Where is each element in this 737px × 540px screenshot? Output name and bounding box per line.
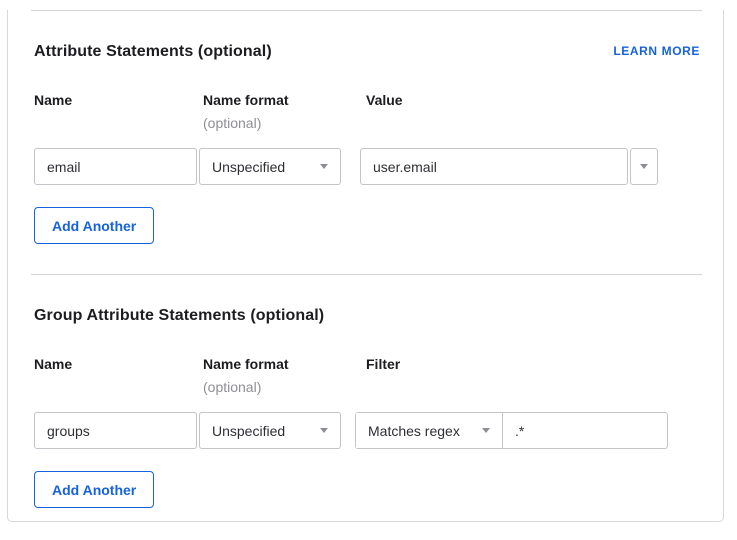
attribute-name-input[interactable] [34,148,197,185]
column-header-value: Value [366,92,403,132]
group-attribute-column-headers: Name Name format (optional) Filter [34,356,700,396]
group-filter-type-select[interactable]: Matches regex [356,413,503,448]
group-attribute-statement-row: Unspecified Matches regex [34,412,700,449]
attribute-value-input[interactable] [360,148,628,185]
name-format-selected-value: Unspecified [212,159,285,175]
chevron-down-icon [482,428,490,433]
group-filter-group: Matches regex [355,412,668,449]
column-header-name-format: Name format (optional) [203,356,366,396]
column-header-name-format: Name format (optional) [203,92,366,132]
attribute-column-headers: Name Name format (optional) Value [34,92,700,132]
attribute-name-format-select[interactable]: Unspecified [199,148,341,185]
add-another-attribute-button[interactable]: Add Another [34,207,154,244]
group-attribute-name-input[interactable] [34,412,197,449]
attribute-value-dropdown-button[interactable] [630,148,658,185]
name-format-selected-value: Unspecified [212,423,285,439]
column-header-optional-note: (optional) [203,115,366,132]
filter-type-selected-value: Matches regex [368,423,460,439]
section-divider [31,10,702,11]
add-another-group-attribute-button[interactable]: Add Another [34,471,154,508]
attribute-statements-section: Attribute Statements (optional) LEARN MO… [34,42,700,244]
section-divider [31,274,702,275]
group-attribute-statements-section: Group Attribute Statements (optional) Na… [34,306,700,508]
chevron-down-icon [320,164,328,169]
column-gap [341,148,360,185]
column-header-optional-note: (optional) [203,379,366,396]
chevron-down-icon [320,428,328,433]
attribute-statements-title: Attribute Statements (optional) [34,42,272,61]
learn-more-link[interactable]: LEARN MORE [613,43,700,59]
group-name-format-select[interactable]: Unspecified [199,412,341,449]
column-header-name: Name [34,356,203,396]
column-header-name: Name [34,92,203,132]
column-gap [341,412,355,449]
column-header-filter: Filter [366,356,400,396]
group-attribute-statements-title: Group Attribute Statements (optional) [34,306,324,325]
attribute-statement-row: Unspecified [34,148,700,185]
saml-settings-card: Attribute Statements (optional) LEARN MO… [7,10,724,522]
group-filter-value-input[interactable] [503,413,667,448]
chevron-down-icon [640,164,648,169]
